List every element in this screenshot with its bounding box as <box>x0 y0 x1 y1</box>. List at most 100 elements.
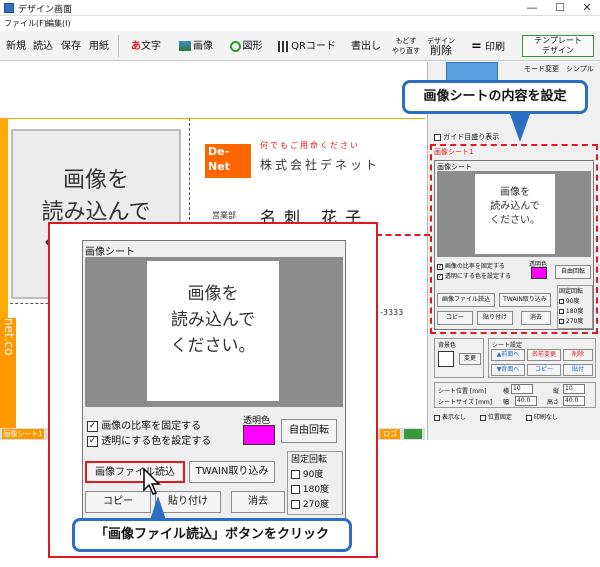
company-logo: De- Net <box>205 144 251 178</box>
fix-ratio-checkbox-small[interactable] <box>437 263 443 270</box>
save-button[interactable]: 保存 <box>58 35 84 57</box>
simple-mode-label[interactable]: シンプル <box>566 64 594 74</box>
image-icon <box>179 41 191 51</box>
transparent-row-zoom[interactable]: 透明にする色を設定する <box>87 432 211 447</box>
image-preview-zoom: 画像を 読み込んで ください。 <box>85 257 343 407</box>
minimize-button[interactable]: — <box>520 0 544 16</box>
maximize-button[interactable]: ☐ <box>548 0 572 16</box>
print-button[interactable]: = 印刷 <box>460 35 516 57</box>
text-button[interactable]: あ文字 <box>122 35 170 57</box>
close-button[interactable]: ✕ <box>575 0 599 16</box>
undo-redo-button[interactable]: もどす やり直す <box>388 35 424 57</box>
sheet-tab[interactable]: 画像シート1 <box>2 429 44 439</box>
qr-button[interactable]: QRコード <box>272 35 342 57</box>
mode-change-label[interactable]: モード変更 <box>524 64 559 74</box>
copy-button-small[interactable]: コピー <box>437 311 473 325</box>
rotate-180-zoom[interactable]: 180度 <box>291 483 339 498</box>
rotate-180-small[interactable]: 180度 <box>559 307 591 317</box>
fix-ratio-row-small[interactable]: 画像の比率を固定する <box>437 261 505 270</box>
sheet-group-small: 画像シート 画像を 読み込んで ください。 画像の比率を固定する 透明にする色を… <box>434 160 594 330</box>
image-button[interactable]: 画像 <box>172 35 220 57</box>
load-file-button-small[interactable]: 画像ファイル読込 <box>437 293 495 307</box>
logo-tab[interactable]: ロゴ <box>380 429 400 439</box>
toolbar-separator <box>118 35 119 57</box>
fixed-rotate-label-small: 固定回転 <box>559 288 584 295</box>
send-back-button[interactable]: ▼背面へ <box>491 364 525 376</box>
hidden-toggle[interactable]: 表示なし <box>434 412 466 421</box>
fix-position-label: 位置固定 <box>487 414 512 421</box>
sheet-group-zoom: 画像シート 画像を 読み込んで ください。 画像の比率を固定する 透明にする色を… <box>82 240 346 532</box>
load-button[interactable]: 読込 <box>30 35 56 57</box>
hidden-checkbox[interactable] <box>434 414 440 421</box>
guide-checkbox[interactable] <box>434 133 441 141</box>
delete-sheet-button[interactable]: 削除 <box>563 349 593 361</box>
transparent-row-small[interactable]: 透明にする色を設定する <box>437 271 511 280</box>
twain-button-zoom[interactable]: TWAIN取り込み <box>189 461 275 483</box>
fix-position-checkbox[interactable] <box>480 414 486 421</box>
bring-front-button[interactable]: ▲前面へ <box>491 349 525 361</box>
free-rotate-button-zoom[interactable]: 自由回転 <box>281 419 337 443</box>
no-print-toggle[interactable]: 印刷なし <box>526 412 558 421</box>
callout-bottom-pointer <box>150 496 166 520</box>
vert-label: 縦 <box>553 388 560 395</box>
zoomed-image-sheet-panel: 画像シート 画像を 読み込んで ください。 画像の比率を固定する 透明にする色を… <box>48 222 378 558</box>
guide-toggle[interactable]: ガイド目盛り表示 <box>434 132 499 142</box>
window-title: デザイン画面 <box>18 5 73 15</box>
paper-button[interactable]: 用紙 <box>86 35 112 57</box>
write-out-button[interactable]: 書出し <box>346 35 386 57</box>
rotate-270-zoom[interactable]: 270度 <box>291 498 339 513</box>
fix-ratio-checkbox-zoom[interactable] <box>87 420 98 432</box>
erase-button-zoom[interactable]: 消去 <box>231 491 285 513</box>
paste-button-small[interactable]: 貼り付け <box>477 311 513 325</box>
new-button[interactable]: 新規 <box>4 35 28 57</box>
app-icon <box>4 3 14 13</box>
paste-sheet-button[interactable]: 貼付 <box>563 364 593 376</box>
transparent-checkbox-zoom[interactable] <box>87 435 98 447</box>
sheet-settings-group: シート設定 ▲前面へ 名前変更 削除 ▼背面へ コピー 貼付 <box>488 338 596 378</box>
rotate-180-checkbox-small[interactable] <box>559 309 564 314</box>
copy-sheet-button[interactable]: コピー <box>527 364 561 376</box>
rename-button[interactable]: 名前変更 <box>527 349 561 361</box>
text-icon: あ <box>131 41 141 52</box>
delete-design-label-2: 削除 <box>430 44 452 57</box>
fix-ratio-row-zoom[interactable]: 画像の比率を固定する <box>87 417 201 432</box>
connector-line <box>376 234 430 236</box>
rotate-270-checkbox-zoom[interactable] <box>291 500 300 509</box>
delete-design-button[interactable]: デザイン 削除 <box>426 35 456 57</box>
rotate-90-checkbox-small[interactable] <box>559 299 564 304</box>
card-top-edge <box>0 118 425 119</box>
rotate-90-small[interactable]: 90度 <box>559 297 591 307</box>
rotate-180-checkbox-zoom[interactable] <box>291 485 300 494</box>
trans-color-swatch-small[interactable] <box>531 267 547 279</box>
rotate-270-small[interactable]: 270度 <box>559 317 591 327</box>
bg-color-swatch[interactable] <box>438 351 454 367</box>
green-tab[interactable] <box>404 429 422 439</box>
pos-x-input[interactable]: 10 <box>511 384 533 394</box>
bg-change-button[interactable]: 変更 <box>459 353 481 365</box>
load-file-button-zoom[interactable]: 画像ファイル読込 <box>85 461 185 483</box>
rotate-90-checkbox-zoom[interactable] <box>291 470 300 479</box>
logo-text-top: De- <box>208 145 230 158</box>
menu-file[interactable]: ファイル(F) <box>4 18 47 29</box>
transparent-checkbox-small[interactable] <box>437 273 443 280</box>
free-rotate-button-small[interactable]: 自由回転 <box>555 265 591 279</box>
rotate-90-zoom[interactable]: 90度 <box>291 468 339 483</box>
canvas-top-area <box>0 62 425 118</box>
image-placeholder-small: 画像を 読み込んで ください。 <box>475 174 555 254</box>
trans-color-swatch-zoom[interactable] <box>243 425 275 445</box>
rotate-270-checkbox-small[interactable] <box>559 319 564 324</box>
shape-button[interactable]: 図形 <box>222 35 270 57</box>
horiz-label: 横 <box>503 388 510 395</box>
no-print-checkbox[interactable] <box>526 414 532 421</box>
template-design-button[interactable]: テンプレート デザイン <box>522 35 594 57</box>
twain-button-small[interactable]: TWAIN取り込み <box>499 293 551 307</box>
fix-position-toggle[interactable]: 位置固定 <box>480 412 512 421</box>
menu-edit[interactable]: 編集(I) <box>46 18 71 29</box>
height-input[interactable]: 40.0 <box>563 396 585 406</box>
width-input[interactable]: 40.0 <box>515 396 537 406</box>
erase-button-small[interactable]: 消去 <box>521 311 551 325</box>
pos-y-input[interactable]: 10 <box>563 384 585 394</box>
transparent-label-small: 透明にする色を設定する <box>444 273 511 280</box>
callout-top: 画像シートの内容を設定 <box>402 80 588 114</box>
fixed-rotate-group-zoom: 固定回転 90度 180度 270度 <box>287 451 343 515</box>
